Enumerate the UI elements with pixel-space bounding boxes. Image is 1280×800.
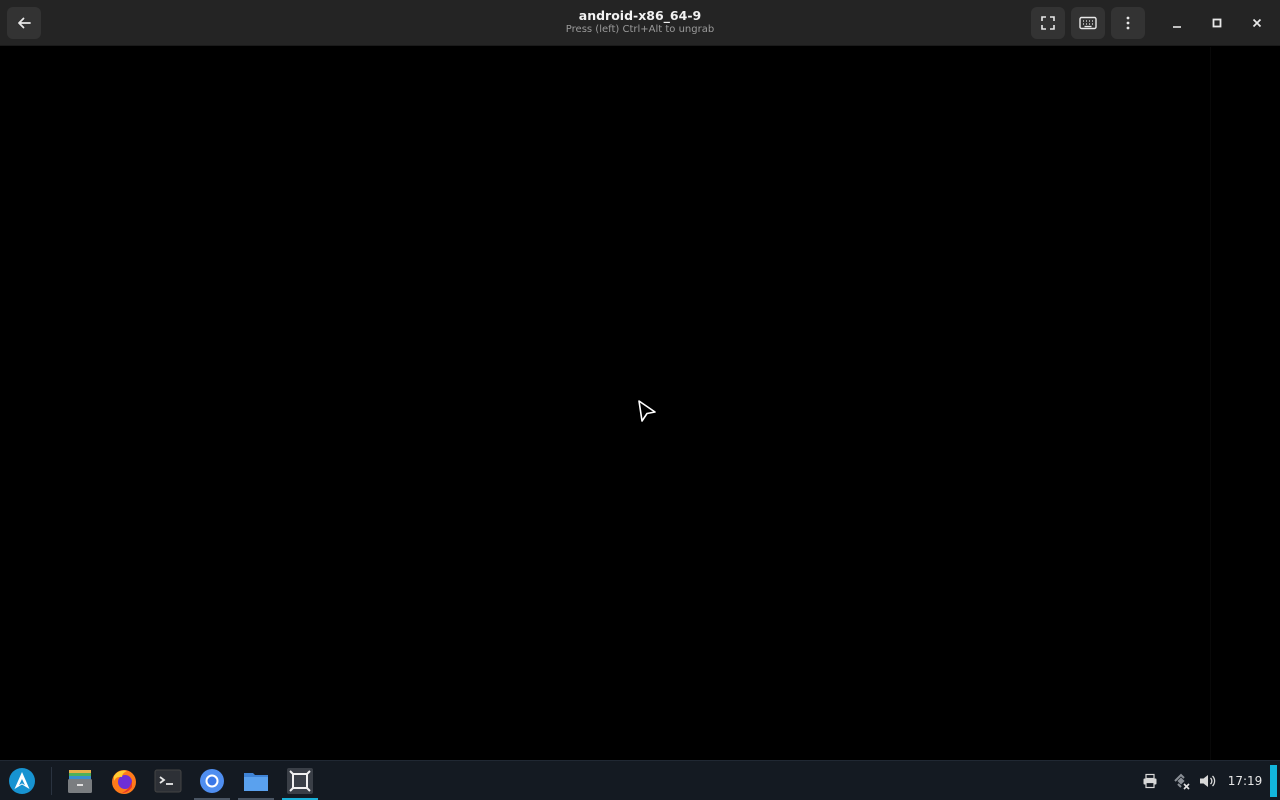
firefox-icon: [112, 770, 136, 794]
clock[interactable]: 17:19: [1226, 773, 1264, 789]
back-button[interactable]: [7, 7, 41, 39]
taskbar-item-archive-manager[interactable]: [61, 763, 99, 799]
keyboard-icon: [1079, 16, 1097, 30]
terminal-icon: [154, 769, 182, 793]
mouse-pointer-icon: [638, 400, 656, 422]
kebab-menu-icon: [1126, 16, 1130, 30]
window-titlebar: android-x86_64-9 Press (left) Ctrl+Alt t…: [0, 0, 1280, 46]
keyboard-button[interactable]: [1071, 7, 1105, 39]
printer-icon: [1143, 773, 1157, 789]
taskbar-item-virtual-machine-manager[interactable]: [281, 763, 319, 800]
taskbar-item-file-manager[interactable]: [237, 763, 275, 800]
maximize-button[interactable]: [1206, 12, 1228, 34]
taskbar-item-terminal[interactable]: [149, 763, 187, 799]
tray-network[interactable]: [1171, 770, 1191, 792]
volume-icon: [1200, 775, 1216, 787]
chromium-icon: [200, 769, 224, 793]
taskbar-item-chromium[interactable]: [193, 763, 231, 800]
taskbar-item-firefox[interactable]: [105, 763, 143, 799]
app-launcher-button[interactable]: [3, 763, 41, 799]
vm-icon: [287, 768, 313, 794]
fullscreen-button[interactable]: [1031, 7, 1065, 39]
fullscreen-icon: [1041, 16, 1055, 30]
minimize-button[interactable]: [1166, 12, 1188, 34]
tray-printer[interactable]: [1140, 770, 1160, 792]
display-edge: [1210, 47, 1211, 760]
minimize-icon: [1173, 26, 1181, 28]
arch-launcher-icon: [9, 768, 35, 794]
maximize-icon: [1212, 18, 1222, 28]
back-arrow-icon: [18, 17, 31, 29]
close-icon: [1252, 18, 1262, 28]
tray-volume[interactable]: [1198, 770, 1218, 792]
show-desktop-button[interactable]: [1270, 765, 1277, 797]
menu-button[interactable]: [1111, 7, 1145, 39]
network-disconnected-icon: [1174, 773, 1190, 790]
taskbar-separator: [51, 767, 52, 795]
close-button[interactable]: [1246, 12, 1268, 34]
taskbar: 17:19: [0, 760, 1280, 800]
folder-icon: [244, 773, 268, 791]
archive-icon: [68, 770, 92, 793]
